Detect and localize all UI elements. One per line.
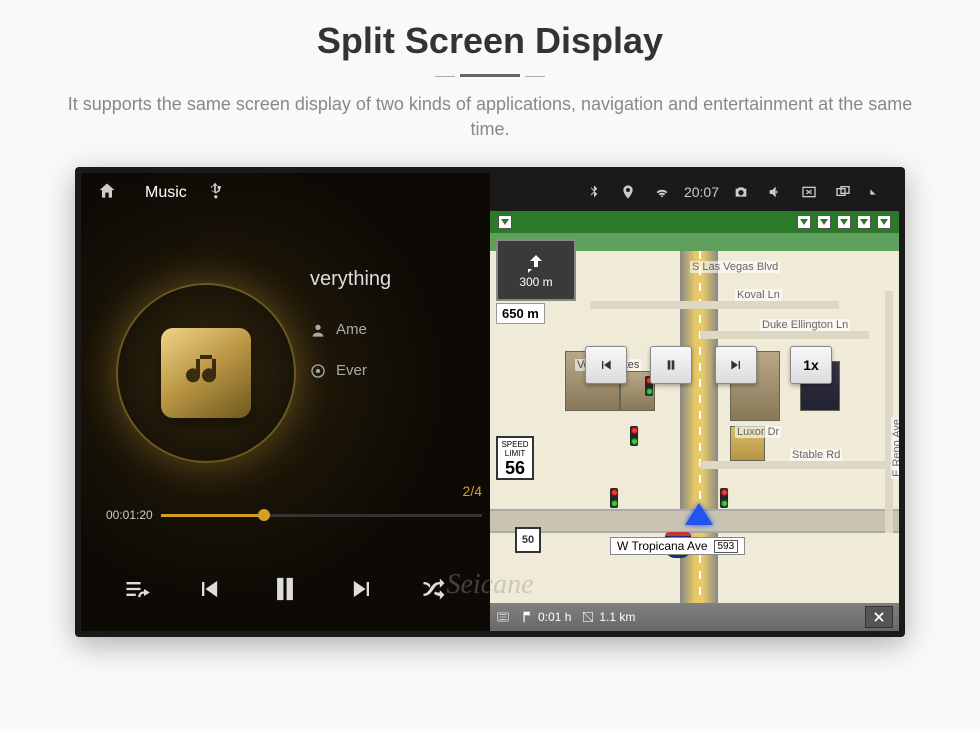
- device-frame: Music verything Ame Ever 2/4 00:01:: [75, 167, 905, 637]
- nav-footer: 0:01 h 1.1 km: [490, 603, 899, 631]
- location-icon: [616, 184, 640, 200]
- wifi-icon: [650, 184, 674, 200]
- map-body[interactable]: S Las Vegas Blvd Koval Ln Duke Ellington…: [490, 251, 899, 603]
- lane-arrow-icon: [817, 215, 831, 229]
- next-button[interactable]: [348, 575, 376, 606]
- traffic-light-icon: [610, 488, 618, 508]
- street-label: Koval Ln: [735, 289, 782, 301]
- album-art[interactable]: [116, 283, 296, 463]
- prev-button[interactable]: [195, 575, 223, 606]
- volume-icon[interactable]: [763, 184, 787, 200]
- track-counter: 2/4: [463, 483, 482, 499]
- music-app-label: Music: [145, 184, 187, 202]
- music-panel: Music verything Ame Ever 2/4 00:01:: [81, 173, 490, 631]
- traffic-light-icon: [720, 488, 728, 508]
- pause-button[interactable]: [266, 570, 304, 611]
- music-note-icon: [161, 328, 251, 418]
- street-label: S Las Vegas Blvd: [690, 261, 780, 273]
- duke-road: [700, 331, 869, 339]
- traffic-light-icon: [630, 426, 638, 446]
- lane-arrow-icon: [837, 215, 851, 229]
- tropicana-label: W Tropicana Ave 593: [610, 537, 745, 555]
- playlist-button[interactable]: [123, 575, 151, 606]
- current-position-icon: [685, 503, 713, 525]
- music-status-bar: Music: [81, 173, 490, 213]
- map-area[interactable]: 300 m 650 m S Las Vegas Blvd Koval Ln Du…: [490, 211, 899, 603]
- back-icon[interactable]: [865, 184, 889, 200]
- remaining-distance: 1.1 km: [581, 610, 635, 624]
- music-controls: [81, 570, 490, 611]
- system-status-bar: 20:07: [490, 173, 899, 211]
- lane-arrow-icon: [797, 215, 811, 229]
- artist-row: Ame: [310, 321, 490, 338]
- koval-road: [590, 301, 839, 309]
- nav-next-button[interactable]: [715, 346, 757, 384]
- street-label: E Reno Ave: [891, 417, 899, 479]
- nav-panel: 20:07 300 m 650 m: [490, 173, 899, 631]
- track-info: verything Ame Ever: [310, 268, 490, 403]
- camera-icon[interactable]: [729, 184, 753, 200]
- nav-prev-button[interactable]: [585, 346, 627, 384]
- eta-time: 0:01 h: [520, 610, 571, 624]
- album-row: Ever: [310, 362, 490, 379]
- street-label: Luxor Dr: [735, 426, 781, 438]
- status-time: 20:07: [684, 184, 719, 200]
- elapsed-time: 00:01:20: [106, 508, 153, 522]
- speed-limit-sign: SPEED LIMIT 56: [496, 436, 534, 480]
- route-shield: 50: [515, 527, 541, 553]
- artist-name: Ame: [336, 321, 367, 338]
- progress-track[interactable]: [161, 514, 482, 517]
- usb-icon[interactable]: [205, 181, 225, 206]
- close-button[interactable]: [865, 606, 893, 628]
- route-icon[interactable]: [496, 610, 510, 624]
- track-title: verything: [310, 268, 490, 291]
- page-title: Split Screen Display: [0, 20, 980, 62]
- street-label: Duke Ellington Ln: [760, 319, 850, 331]
- person-icon: [310, 322, 326, 338]
- progress-bar[interactable]: 00:01:20: [106, 508, 482, 522]
- progress-fill: [161, 514, 264, 517]
- lane-arrow-icon: [877, 215, 891, 229]
- close-ad-icon[interactable]: [797, 184, 821, 200]
- disc-icon: [310, 363, 326, 379]
- nav-pause-button[interactable]: [650, 346, 692, 384]
- title-underline: [460, 74, 520, 77]
- shuffle-button[interactable]: [420, 575, 448, 606]
- multitask-icon[interactable]: [831, 184, 855, 200]
- lane-guidance-bar: [490, 211, 899, 233]
- street-label: Stable Rd: [790, 449, 842, 461]
- home-icon[interactable]: [97, 181, 117, 206]
- album-name: Ever: [336, 362, 367, 379]
- reno-road: [885, 291, 893, 533]
- bluetooth-icon: [582, 184, 606, 200]
- stable-road: [700, 461, 891, 469]
- lane-arrow-icon: [857, 215, 871, 229]
- lane-arrow-icon: [498, 215, 512, 229]
- nav-speed-button[interactable]: 1x: [790, 346, 832, 384]
- progress-handle[interactable]: [258, 509, 270, 521]
- page-description: It supports the same screen display of t…: [60, 92, 920, 142]
